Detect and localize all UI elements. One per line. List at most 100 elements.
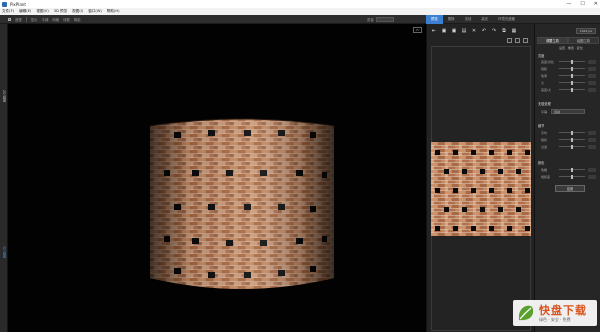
slider-track[interactable] <box>559 144 585 149</box>
tile-icon[interactable]: ▦ <box>511 28 517 34</box>
tab-displacement[interactable]: 置换 <box>443 15 460 24</box>
menu-edit[interactable]: 编辑(E) <box>19 9 31 14</box>
slider-row[interactable]: 饱和度 <box>541 174 599 179</box>
toolbar-wireframe[interactable]: 线框 <box>63 17 70 22</box>
fit-icon[interactable] <box>507 38 512 43</box>
toolbar-tile[interactable]: 平铺 <box>42 17 49 22</box>
slider-value-field[interactable] <box>588 144 596 149</box>
slider-knob[interactable] <box>571 66 573 71</box>
tab-normal[interactable]: 法线 <box>460 15 477 24</box>
slider-track[interactable] <box>559 73 585 78</box>
slider-row[interactable]: 色相 <box>541 167 599 172</box>
3d-viewport[interactable]: PV <box>8 24 426 332</box>
brick-cylinder-model[interactable] <box>150 118 334 294</box>
texture-panel: ⇤ ▣ ▣ ▤ ✕ ↶ ↷ ⧉ ▦ <box>426 24 534 332</box>
slider-label: 锐化 <box>541 137 548 142</box>
tab-ambient-occlusion[interactable]: 环境光遮蔽 <box>493 15 520 24</box>
menu-view[interactable]: 视图(V) <box>36 9 48 14</box>
slider-value-field[interactable] <box>588 137 596 142</box>
watermark-text: 快盘下载 绿色 · 安全 · 免费 <box>539 304 587 322</box>
tab-3d-view[interactable]: 3D 视图 <box>1 246 7 258</box>
menu-file[interactable]: 文件(F) <box>2 9 14 14</box>
slider-track[interactable] <box>559 137 585 142</box>
slider-label: 饱和 <box>541 66 548 71</box>
slider-row[interactable]: 大 <box>541 80 599 85</box>
slider-label: 平均 <box>541 130 548 135</box>
slider-row[interactable]: 色调 <box>541 73 599 78</box>
arrow-left-icon[interactable]: ⇤ <box>431 28 437 34</box>
undo-icon[interactable]: ↶ <box>481 28 487 34</box>
section-seamless: 无缝处理 <box>538 102 551 106</box>
slider-track[interactable] <box>559 66 585 71</box>
tab-preview[interactable]: 预览 <box>426 14 443 24</box>
menu-3d-preview[interactable]: 3D 预览 <box>54 9 67 14</box>
slider-row[interactable]: 亮度/对比 <box>541 59 599 64</box>
slider-track[interactable] <box>559 59 585 64</box>
tiling-dropdown[interactable]: 自动 <box>551 109 586 114</box>
slider-value-field[interactable] <box>588 80 596 85</box>
minimize-icon[interactable]: — <box>566 1 571 7</box>
slider-row[interactable]: 亮度/大 <box>541 87 599 92</box>
menu-window[interactable]: 窗口(W) <box>88 9 102 14</box>
slider-knob[interactable] <box>571 73 573 78</box>
toolbar-grid[interactable]: 网格 <box>52 17 59 22</box>
brick-texture-preview[interactable] <box>431 142 531 236</box>
slider-label: 色调 <box>541 73 548 78</box>
window-controls: — ☐ ✕ <box>566 0 598 8</box>
slider-row[interactable]: 锐化 <box>541 137 599 142</box>
actual-size-icon[interactable] <box>523 38 528 43</box>
toolbar-mask[interactable]: 遮罩 <box>15 17 22 22</box>
copy-icon[interactable]: ⧉ <box>501 28 507 34</box>
slider-row[interactable]: 平均 <box>541 130 599 135</box>
slider-value-field[interactable] <box>588 87 596 92</box>
quality-control: 质量 <box>367 17 394 22</box>
close-icon[interactable]: ✕ <box>594 1 598 7</box>
toolbar-show[interactable]: 显示 <box>31 17 38 22</box>
slider-value-field[interactable] <box>588 167 596 172</box>
slider-knob[interactable] <box>571 130 573 135</box>
redo-icon[interactable]: ↷ <box>491 28 497 34</box>
slider-track[interactable] <box>559 167 585 172</box>
clear-icon[interactable]: ✕ <box>471 28 477 34</box>
slider-row[interactable]: 饱和 <box>541 66 599 71</box>
slider-knob[interactable] <box>571 144 573 149</box>
preset-links[interactable]: 设置 · 重置 · 复位 <box>559 46 583 50</box>
slider-row[interactable]: 过渡 <box>541 144 599 149</box>
viewport-badge[interactable]: PV <box>413 27 422 33</box>
apply-button[interactable]: 应用 <box>555 185 585 192</box>
slider-label: 亮度/对比 <box>541 59 555 64</box>
slider-value-field[interactable] <box>588 130 596 135</box>
slider-value-field[interactable] <box>588 59 596 64</box>
slider-value-field[interactable] <box>588 66 596 71</box>
slider-track[interactable] <box>559 174 585 179</box>
slider-track[interactable] <box>559 87 585 92</box>
tab-specular[interactable]: 高光 <box>476 15 493 24</box>
slider-knob[interactable] <box>571 59 573 64</box>
quality-dropdown[interactable] <box>375 17 394 22</box>
save-as-icon[interactable]: ▣ <box>451 28 457 34</box>
slider-knob[interactable] <box>571 137 573 142</box>
slider-knob[interactable] <box>571 167 573 172</box>
slider-knob[interactable] <box>571 87 573 92</box>
viewport-toolbar: 遮罩 显示 平铺 网格 线框 阴影 质量 <box>0 15 426 24</box>
slider-value-field[interactable] <box>588 174 596 179</box>
slider-value-field[interactable] <box>588 73 596 78</box>
slider-track[interactable] <box>559 130 585 135</box>
open-icon[interactable]: ▤ <box>461 28 467 34</box>
maximize-icon[interactable]: ☐ <box>580 1 584 7</box>
menu-view2[interactable]: 视图(I) <box>72 9 83 14</box>
toolbar-separator <box>25 16 27 22</box>
tab-paint-tools[interactable]: 绘图工具 <box>568 37 599 44</box>
texture-size-field[interactable]: 1024 px <box>576 28 596 34</box>
tab-2d-view[interactable]: 2D 视图 <box>1 90 7 102</box>
slider-knob[interactable] <box>571 80 573 85</box>
zoom-icon[interactable] <box>515 38 520 43</box>
save-icon[interactable]: ▣ <box>441 28 447 34</box>
tab-adjust-tools[interactable]: 调整工具 <box>537 37 568 44</box>
slider-knob[interactable] <box>571 174 573 179</box>
menu-help[interactable]: 帮助(H) <box>107 9 120 14</box>
slider-label: 色相 <box>541 167 548 172</box>
toolbar-shadow[interactable]: 阴影 <box>74 17 81 22</box>
slider-track[interactable] <box>559 80 585 85</box>
mask-checkbox[interactable] <box>8 17 11 21</box>
